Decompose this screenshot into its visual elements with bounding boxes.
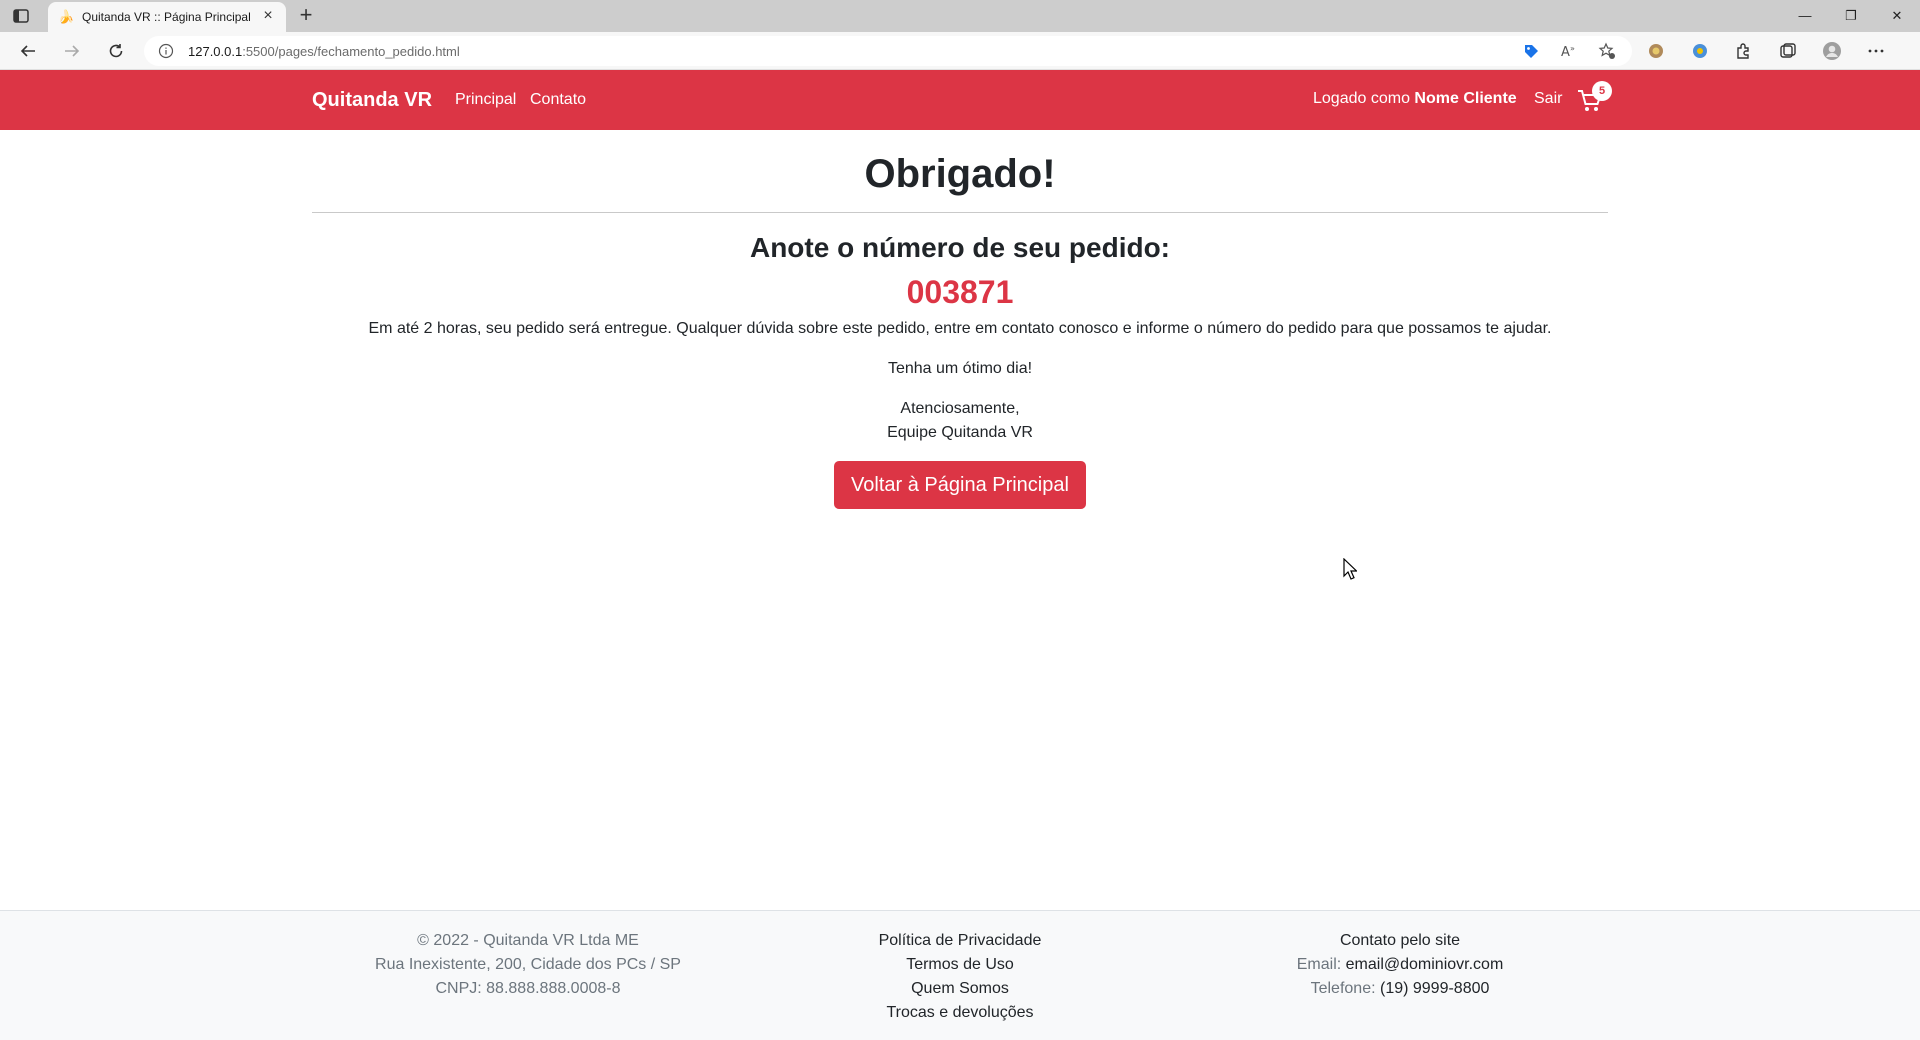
site-navbar: Quitanda VR Principal Contato Logado com… [0,70,1920,130]
minimize-icon[interactable]: — [1782,0,1828,32]
close-tab-icon[interactable]: × [260,8,276,25]
address-text: Rua Inexistente, 200, Cidade dos PCs / S… [375,956,681,973]
returns-link[interactable]: Trocas e devoluções [744,1001,1176,1025]
order-number-heading: Anote o número de seu pedido: [749,232,1170,263]
phone-label: Telefone: [1310,980,1376,997]
signoff-line-1: Atenciosamente, [900,400,1020,417]
browser-tab[interactable]: 🍌 Quitanda VR :: Página Principal × [48,2,286,32]
mouse-cursor-icon [1343,558,1357,580]
email-line: Email: email@dominiovr.com [1184,953,1616,977]
address-bar-actions: A» [1522,42,1616,60]
greeting-text: Tenha um ótimo dia! [887,360,1033,377]
privacy-policy-link[interactable]: Política de Privacidade [744,929,1176,953]
more-options-icon[interactable] [1866,41,1886,61]
url-host: 127.0.0.1 [188,43,243,59]
email-link[interactable]: email@dominiovr.com [1346,956,1504,973]
reload-icon[interactable] [104,39,128,63]
banana-icon: 🍌 [58,9,75,24]
read-aloud-icon[interactable]: A» [1560,42,1578,60]
tag-icon[interactable] [1522,42,1540,60]
email-label: Email: [1296,956,1342,973]
window-controls: — ❐ ✕ [1782,0,1920,32]
order-confirmation: Obrigado! Anote o número de seu pedido: … [312,130,1608,509]
terms-of-use-link[interactable]: Termos de Uso [744,953,1176,977]
extensions-puzzle-icon[interactable] [1734,41,1754,61]
restore-icon[interactable]: ❐ [1828,0,1874,32]
contact-site-link[interactable]: Contato pelo site [1184,929,1616,953]
tab-title: Quitanda VR :: Página Principal [82,10,251,24]
new-tab-icon[interactable]: + [296,4,316,26]
url-text: 127.0.0.1:5500/pages/fechamento_pedido.h… [188,44,460,59]
user-name: Nome Cliente [1414,90,1517,107]
phone-line: Telefone: (19) 9999-8800 [1184,977,1616,1001]
extension-icons [1646,41,1886,61]
info-icon[interactable] [158,43,174,59]
page-title: Obrigado! [864,152,1056,196]
extension-icon[interactable] [1646,41,1666,61]
copyright-text: © 2022 - Quitanda VR Ltda ME [417,932,639,949]
nav-link-principal[interactable]: Principal [455,91,516,109]
order-number: 003871 [906,274,1014,310]
logged-prefix: Logado como [1313,90,1410,107]
nav-link-contato[interactable]: Contato [530,91,586,109]
delivery-message: Em até 2 horas, seu pedido será entregue… [368,320,1552,337]
svg-text:»: » [1570,44,1575,53]
favorite-add-icon[interactable] [1598,42,1616,60]
phone-link[interactable]: (19) 9999-8800 [1380,980,1489,997]
brand-link[interactable]: Quitanda VR [312,89,432,112]
logout-link[interactable]: Sair [1534,90,1562,108]
browser-tab-bar: 🍌 Quitanda VR :: Página Principal × + — … [0,0,1920,32]
divider [312,212,1608,213]
footer-contact: Contato pelo site Email: email@dominiovr… [1184,929,1616,1001]
back-to-home-button[interactable]: Voltar à Página Principal [834,461,1086,509]
logged-in-status: Logado como Nome Cliente [1313,90,1517,108]
about-us-link[interactable]: Quem Somos [744,977,1176,1001]
site-footer: © 2022 - Quitanda VR Ltda ME Rua Inexist… [0,910,1920,1040]
close-window-icon[interactable]: ✕ [1874,0,1920,32]
url-path: :5500/pages/fechamento_pedido.html [242,43,460,59]
profile-avatar-icon[interactable] [1822,41,1842,61]
cnpj-text: CNPJ: 88.888.888.0008-8 [435,980,621,997]
extension-icon-2[interactable] [1690,41,1710,61]
collections-icon[interactable] [1778,41,1798,61]
address-bar[interactable]: 127.0.0.1:5500/pages/fechamento_pedido.h… [144,36,1632,66]
signoff-line-2: Equipe Quitanda VR [887,424,1033,441]
cart-count-badge: 5 [1592,81,1612,101]
footer-company-info: © 2022 - Quitanda VR Ltda ME Rua Inexist… [312,929,744,1001]
browser-toolbar: 127.0.0.1:5500/pages/fechamento_pedido.h… [0,32,1920,70]
tab-actions-icon[interactable] [12,7,30,25]
back-icon[interactable] [16,39,40,63]
forward-icon[interactable] [60,39,84,63]
svg-text:A: A [1561,45,1570,60]
footer-links: Política de Privacidade Termos de Uso Qu… [744,929,1176,1025]
